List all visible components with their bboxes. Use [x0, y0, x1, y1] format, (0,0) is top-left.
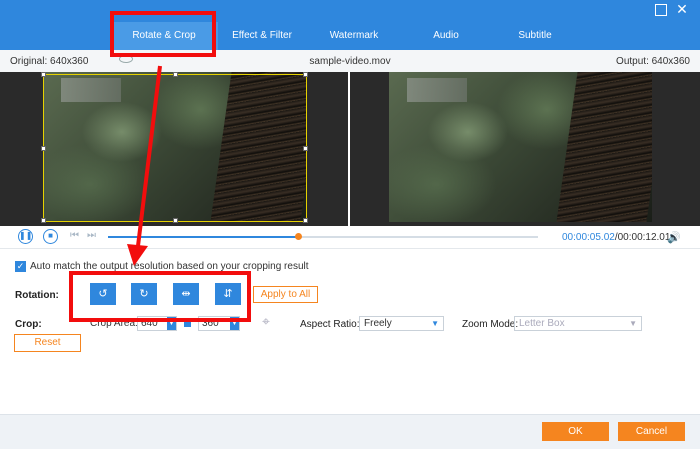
- flip-vertical-icon: ⇵: [223, 288, 233, 300]
- crop-handle-top[interactable]: [173, 72, 178, 77]
- crop-frame[interactable]: [41, 72, 308, 223]
- chevron-down-icon: ▼: [629, 319, 637, 328]
- rotate-left-icon: ↺: [98, 288, 108, 300]
- center-crop-icon[interactable]: ⌖: [256, 313, 276, 333]
- output-video-frame: [389, 72, 652, 222]
- auto-match-label: Auto match the output resolution based o…: [30, 261, 309, 272]
- apply-to-all-button[interactable]: Apply to All: [253, 286, 318, 303]
- crop-handle-bottom-right[interactable]: [303, 218, 308, 223]
- tab-bar: Rotate & Crop Effect & Filter Watermark …: [110, 22, 580, 50]
- rotate-left-button[interactable]: ↺: [90, 283, 116, 305]
- crop-area-label: Crop Area:: [90, 318, 138, 329]
- reset-button[interactable]: Reset: [14, 334, 81, 352]
- timeline-progress: [108, 236, 298, 238]
- crop-width-input[interactable]: 640 ▼: [137, 316, 177, 331]
- aspect-ratio-value: Freely: [364, 318, 392, 329]
- crop-width-value: 640: [141, 318, 158, 329]
- crop-handle-left[interactable]: [41, 146, 46, 151]
- timeline-playhead[interactable]: [295, 233, 302, 240]
- pause-button[interactable]: ❚❚: [18, 229, 33, 244]
- next-frame-icon[interactable]: ⏭: [87, 230, 96, 241]
- zoom-mode-value: Letter Box: [519, 318, 565, 329]
- crop-handle-top-right[interactable]: [303, 72, 308, 77]
- rotate-right-button[interactable]: ↻: [131, 283, 157, 305]
- output-preview: [350, 72, 700, 226]
- crop-label: Crop:: [15, 319, 42, 330]
- cancel-button[interactable]: Cancel: [618, 422, 685, 441]
- lock-ratio-icon[interactable]: [184, 320, 191, 327]
- previous-frame-icon[interactable]: ⏮: [70, 230, 79, 241]
- zoom-mode-label: Zoom Mode:: [462, 319, 519, 330]
- preview-eye-icon[interactable]: [119, 55, 133, 63]
- tab-subtitle[interactable]: Subtitle: [490, 22, 580, 50]
- current-time: 00:00:05.02: [562, 232, 615, 243]
- rotation-label: Rotation:: [15, 290, 59, 301]
- crop-handle-top-left[interactable]: [41, 72, 46, 77]
- chevron-down-icon: ▼: [431, 319, 439, 328]
- zoom-mode-select[interactable]: Letter Box ▼: [514, 316, 642, 331]
- tab-audio[interactable]: Audio: [402, 22, 490, 50]
- auto-match-checkbox[interactable]: ✓: [15, 261, 26, 272]
- tab-rotate-crop[interactable]: Rotate & Crop: [110, 22, 218, 50]
- crop-handle-bottom[interactable]: [173, 218, 178, 223]
- total-time: /00:00:12.01: [614, 232, 671, 243]
- video-info-row: Original: 640x360 sample-video.mov Outpu…: [0, 50, 700, 72]
- crop-height-input[interactable]: 360 ▼: [198, 316, 240, 331]
- settings-panel: [0, 248, 700, 414]
- crop-handle-right[interactable]: [303, 146, 308, 151]
- stop-button[interactable]: ■: [43, 229, 58, 244]
- output-resolution: Output: 640x360: [616, 56, 690, 67]
- flip-horizontal-icon: ⇹: [181, 288, 191, 300]
- crop-height-stepper-icon[interactable]: ▼: [230, 317, 239, 330]
- crop-width-stepper-icon[interactable]: ▼: [167, 317, 176, 330]
- video-filename: sample-video.mov: [309, 56, 391, 67]
- aspect-ratio-select[interactable]: Freely ▼: [359, 316, 444, 331]
- crop-height-value: 360: [202, 318, 219, 329]
- crop-handle-bottom-left[interactable]: [41, 218, 46, 223]
- tab-effect-filter[interactable]: Effect & Filter: [218, 22, 306, 50]
- tab-watermark[interactable]: Watermark: [306, 22, 402, 50]
- aspect-ratio-label: Aspect Ratio:: [300, 319, 360, 330]
- time-display: 00:00:05.02/00:00:12.01: [562, 232, 670, 243]
- ok-button[interactable]: OK: [542, 422, 609, 441]
- maximize-icon[interactable]: [655, 4, 667, 16]
- rotate-right-icon: ↻: [139, 288, 149, 300]
- close-icon[interactable]: ✕: [676, 2, 688, 16]
- flip-vertical-button[interactable]: ⇵: [215, 283, 241, 305]
- volume-icon[interactable]: 🔊: [667, 231, 681, 244]
- flip-horizontal-button[interactable]: ⇹: [173, 283, 199, 305]
